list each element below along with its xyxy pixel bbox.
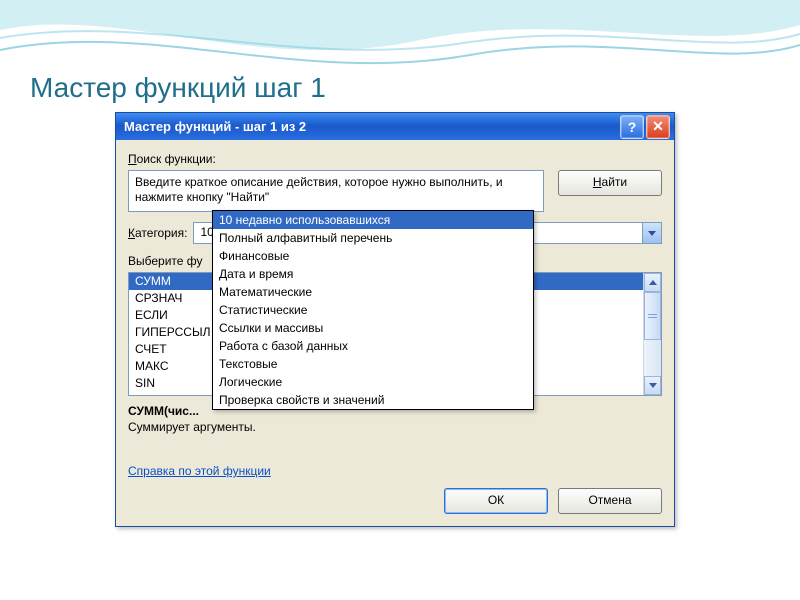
vertical-scrollbar[interactable] [643, 273, 661, 395]
help-icon: ? [628, 119, 637, 135]
help-link[interactable]: Справка по этой функции [128, 464, 271, 478]
dropdown-item[interactable]: Математические [213, 283, 533, 301]
dropdown-item[interactable]: Логические [213, 373, 533, 391]
help-button[interactable]: ? [620, 115, 644, 139]
dropdown-item[interactable]: Проверка свойств и значений [213, 391, 533, 409]
dropdown-item[interactable]: Текстовые [213, 355, 533, 373]
dropdown-item[interactable]: Ссылки и массивы [213, 319, 533, 337]
search-input[interactable]: Введите краткое описание действия, котор… [128, 170, 544, 212]
scroll-track[interactable] [644, 292, 661, 376]
category-label: Категория: [128, 226, 187, 240]
dropdown-item[interactable]: Статистические [213, 301, 533, 319]
dropdown-item[interactable]: Дата и время [213, 265, 533, 283]
dialog-footer: ОК Отмена [128, 488, 662, 514]
category-dropdown-list[interactable]: 10 недавно использовавшихся Полный алфав… [212, 210, 534, 410]
dropdown-item[interactable]: Работа с базой данных [213, 337, 533, 355]
chevron-down-icon [648, 231, 656, 236]
scroll-down-button[interactable] [644, 376, 661, 395]
scroll-up-button[interactable] [644, 273, 661, 292]
function-description: Суммирует аргументы. [128, 420, 662, 434]
find-button[interactable]: Найти [558, 170, 662, 196]
scroll-thumb[interactable] [644, 292, 661, 340]
ok-button[interactable]: ОК [444, 488, 548, 514]
dropdown-item[interactable]: Финансовые [213, 247, 533, 265]
cancel-button[interactable]: Отмена [558, 488, 662, 514]
dropdown-item[interactable]: 10 недавно использовавшихся [213, 211, 533, 229]
search-label: Поиск функции: [128, 152, 662, 166]
chevron-down-icon [649, 383, 657, 388]
slide-title: Мастер функций шаг 1 [30, 72, 326, 104]
dropdown-item[interactable]: Полный алфавитный перечень [213, 229, 533, 247]
dialog-title: Мастер функций - шаг 1 из 2 [124, 119, 306, 134]
chevron-up-icon [649, 280, 657, 285]
search-row: Введите краткое описание действия, котор… [128, 170, 662, 212]
dialog-titlebar[interactable]: Мастер функций - шаг 1 из 2 ? ✕ [116, 113, 674, 140]
close-button[interactable]: ✕ [646, 115, 670, 139]
category-dropdown-button[interactable] [642, 223, 661, 243]
slide-root: Мастер функций шаг 1 Мастер функций - ша… [0, 0, 800, 600]
close-icon: ✕ [652, 118, 664, 135]
